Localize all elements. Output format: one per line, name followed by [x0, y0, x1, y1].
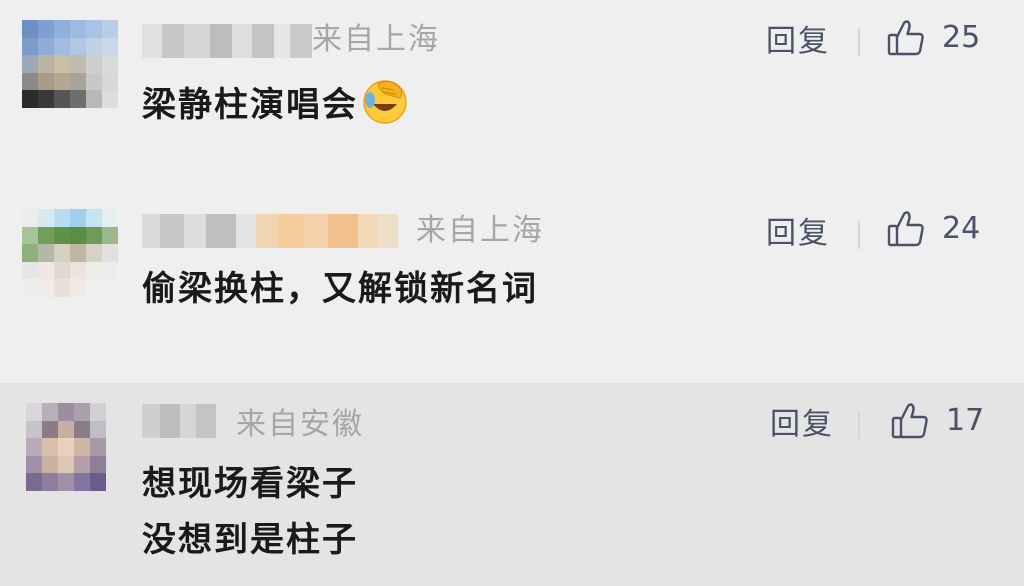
like-button[interactable]: 17	[890, 401, 984, 441]
comment-item: 来自安徽 想现场看梁子 没想到是柱子 回复 17	[0, 383, 1024, 586]
comment-list: 来自上海 梁静柱演唱会 回复 25 来自上海 偷梁换柱，又解锁新名词 回复 24…	[0, 0, 1024, 586]
avatar[interactable]	[22, 209, 118, 297]
comment-location: 来自上海	[312, 22, 440, 57]
avatar[interactable]	[22, 20, 118, 108]
thumbs-up-icon	[891, 403, 928, 439]
comment-location: 来自安徽	[236, 407, 364, 442]
facepalm-laugh-emoji	[363, 80, 407, 124]
comment-location: 来自上海	[416, 213, 544, 248]
thumbs-up-icon	[887, 211, 924, 247]
comment-text: 梁静柱演唱会	[142, 76, 410, 130]
like-count: 17	[946, 403, 985, 438]
comment-text-line: 没想到是柱子	[142, 520, 358, 560]
action-divider	[858, 221, 860, 249]
avatar[interactable]	[26, 403, 106, 491]
username-blurred[interactable]	[142, 404, 216, 438]
reply-button[interactable]: 回复	[766, 216, 830, 252]
thumbs-up-icon	[887, 20, 924, 56]
comment-text: 偷梁换柱，又解锁新名词	[142, 269, 538, 309]
action-divider	[858, 28, 860, 56]
comment-item: 来自上海 偷梁换柱，又解锁新名词 回复 24	[0, 193, 1024, 383]
reply-button[interactable]: 回复	[770, 407, 834, 443]
comment-item: 来自上海 梁静柱演唱会 回复 25	[0, 0, 1024, 193]
like-button[interactable]: 25	[886, 18, 980, 58]
like-count: 25	[942, 20, 981, 55]
action-divider	[858, 411, 860, 439]
like-button[interactable]: 24	[886, 209, 980, 249]
username-blurred[interactable]	[142, 24, 312, 58]
comment-text-line: 想现场看梁子	[142, 464, 358, 504]
reply-button[interactable]: 回复	[766, 24, 830, 60]
like-count: 24	[942, 211, 981, 246]
username-blurred[interactable]	[142, 214, 398, 248]
comment-text: 想现场看梁子 没想到是柱子	[142, 459, 358, 565]
